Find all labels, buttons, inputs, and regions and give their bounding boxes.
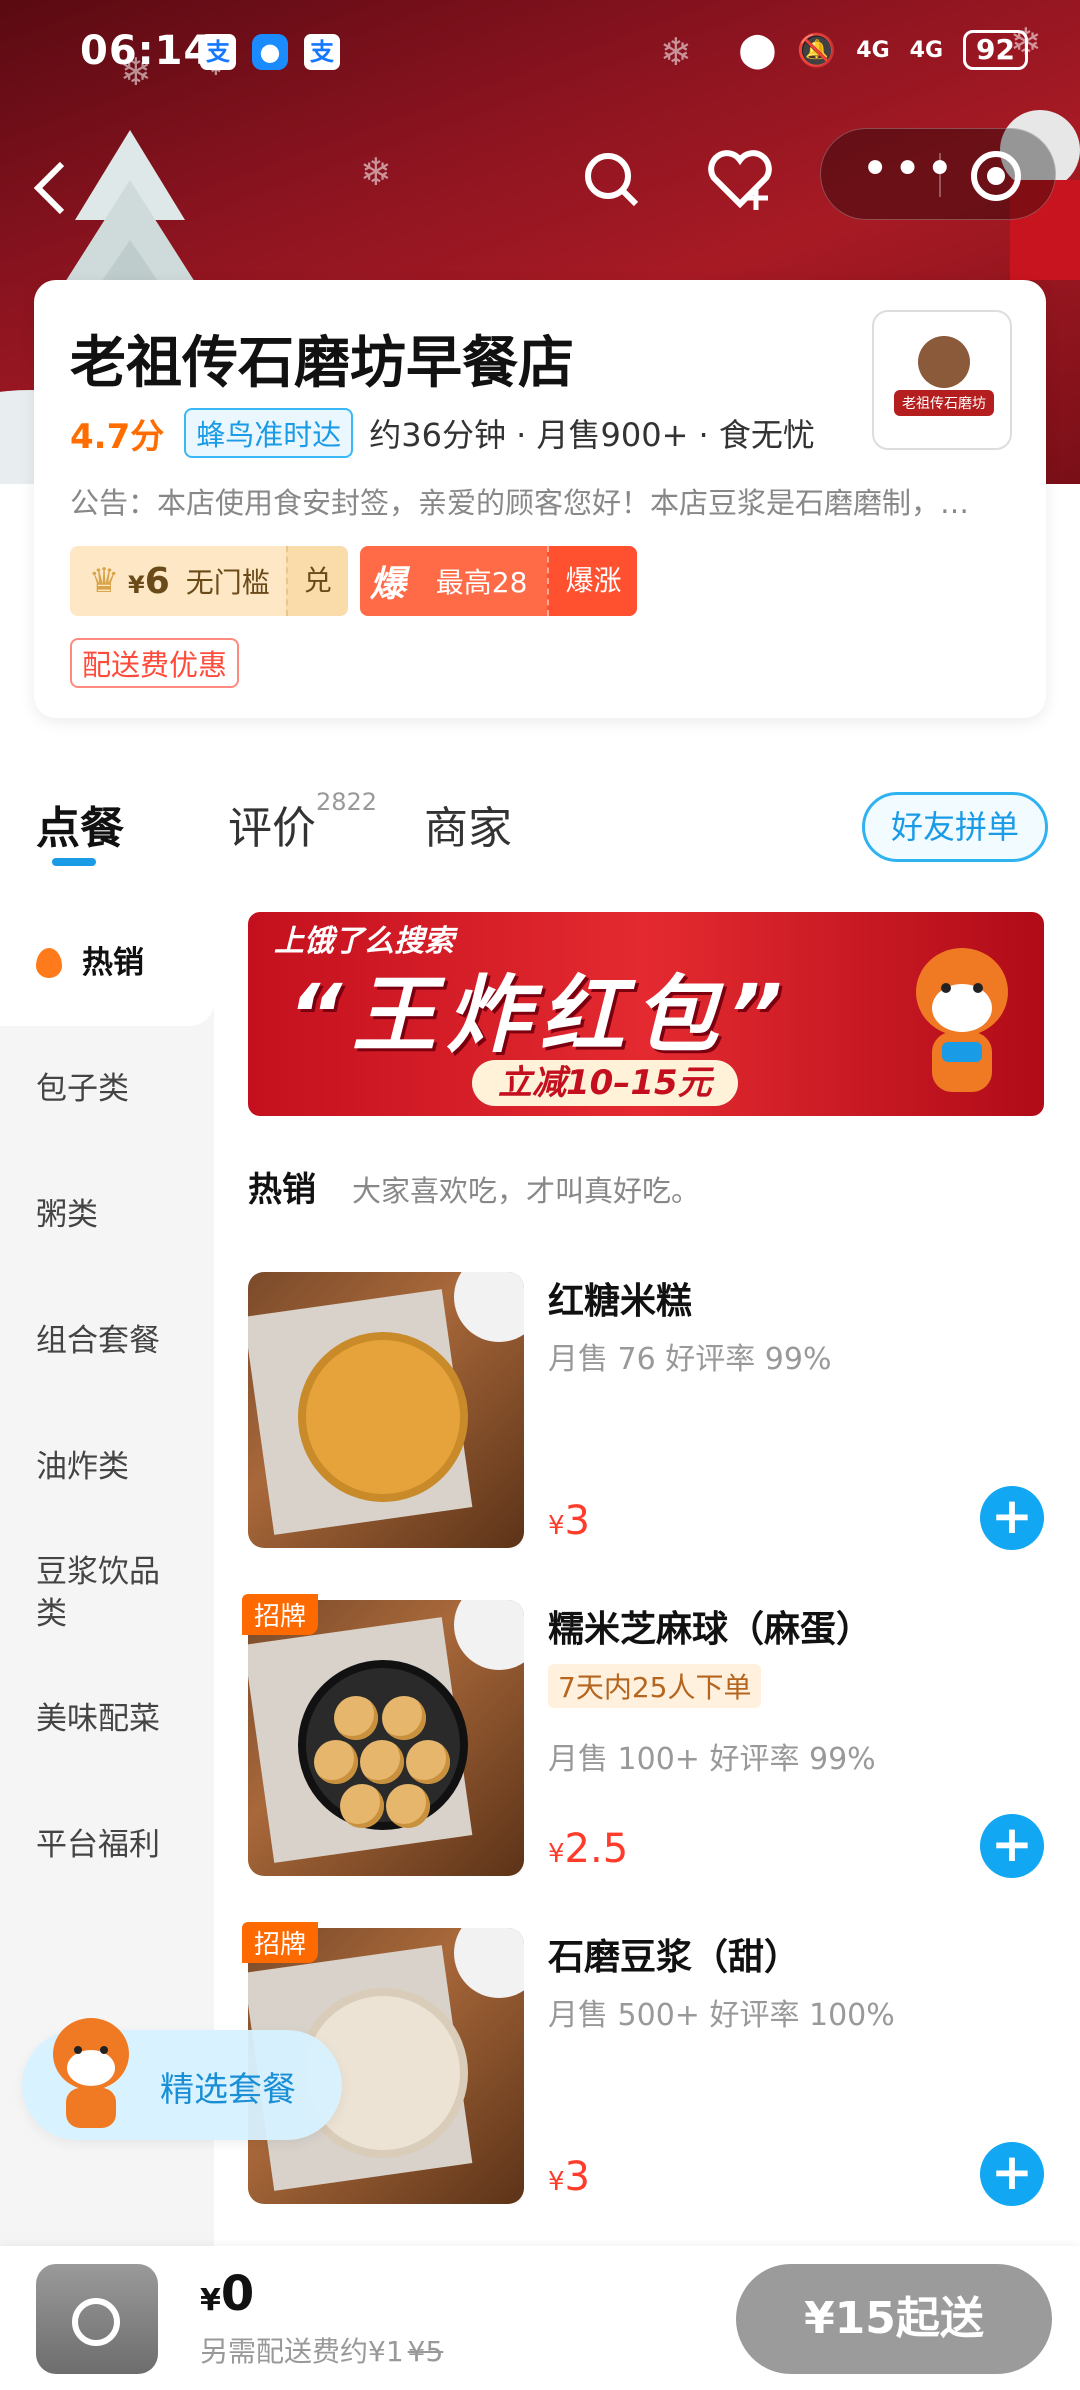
snowflake-icon: ❄ <box>360 150 392 194</box>
shop-info-card: 老祖传石磨坊早餐店 老祖传石磨坊 4.7分 蜂鸟准时达 约36分钟 · 月售90… <box>34 280 1046 718</box>
shop-logo-image: 老祖传石磨坊 <box>894 336 994 416</box>
tab-active-indicator <box>52 858 96 866</box>
status-bar: 06:14 支 ● 支 ⬤ 🔕 4G 4G 92 <box>0 0 1080 110</box>
product-order-tag: 7天内25人下单 <box>548 1664 762 1708</box>
cart-total: ¥0 <box>200 2266 255 2322</box>
alipay-notification-icon-2: 支 <box>304 34 340 70</box>
favorite-button[interactable] <box>700 140 780 220</box>
coupon-boom[interactable]: 爆 最高28 爆涨 <box>359 546 638 616</box>
coupon-amount: ¥6 <box>128 560 170 602</box>
signal-4g-icon-2: 4G <box>909 37 944 63</box>
mute-bell-icon: 🔕 <box>796 31 837 69</box>
back-button[interactable] <box>30 140 100 230</box>
sidebar-item-sides[interactable]: 美味配菜 <box>0 1656 214 1782</box>
shop-logo[interactable]: 老祖传石磨坊 <box>872 310 1012 450</box>
product-price: ¥3 <box>548 2154 590 2200</box>
sidebar-item-drinks[interactable]: 豆浆饮品类 <box>0 1530 214 1656</box>
signature-badge: 招牌 <box>242 1594 319 1635</box>
section-subtitle: 大家喜欢吃，才叫真好吃。 <box>352 1174 701 1208</box>
boom-icon: 爆 <box>369 564 406 605</box>
mascot-dog-icon <box>916 948 1008 1092</box>
location-icon: ⬤ <box>738 30 777 70</box>
fengniao-badge: 蜂鸟准时达 <box>184 408 354 458</box>
search-icon <box>585 153 639 207</box>
featured-combo-label: 精选套餐 <box>160 2070 296 2110</box>
signal-4g-icon: 4G <box>856 37 890 63</box>
group-order-button[interactable]: 好友拼单 <box>862 792 1048 862</box>
product-name: 石磨豆浆（甜） <box>548 1937 801 1978</box>
add-to-cart-button[interactable]: + <box>980 1486 1044 1550</box>
product-card[interactable]: 招牌 石磨豆浆（甜） 月售 500+ 好评率 100% ¥3 + <box>242 1922 1048 2218</box>
product-card[interactable]: 红糖米糕 月售 76 好评率 99% ¥3 + <box>248 1272 1048 1562</box>
min-order-button[interactable]: ¥15起送 <box>736 2264 1052 2374</box>
message-notification-icon: ● <box>252 34 288 70</box>
product-image <box>248 1600 524 1876</box>
flame-icon <box>36 948 62 978</box>
promo-banner[interactable]: 上饿了么搜索 “王炸红包” 立减10–15元 <box>248 912 1044 1116</box>
sidebar-item-combo[interactable]: 组合套餐 <box>0 1278 214 1404</box>
coupon-no-threshold[interactable]: ♛ ¥6 无门槛 兑 <box>70 546 348 616</box>
product-image <box>248 1272 524 1548</box>
shop-logo-text: 老祖传石磨坊 <box>902 396 986 412</box>
shop-meta-row: 4.7分 蜂鸟准时达 约36分钟 · 月售900+ · 食无忧 <box>70 408 815 458</box>
sidebar-item-porridge[interactable]: 粥类 <box>0 1152 214 1278</box>
capsule-divider <box>939 153 941 197</box>
search-button[interactable] <box>572 140 652 220</box>
more-button[interactable]: ••• <box>861 141 958 197</box>
tab-review[interactable]: 评价2822 <box>228 788 377 856</box>
add-to-cart-button[interactable]: + <box>980 1814 1044 1878</box>
coupon-exchange-button[interactable]: 兑 <box>285 546 348 616</box>
sidebar-item-fried[interactable]: 油炸类 <box>0 1404 214 1530</box>
coupon-boom-label: 最高28 <box>435 566 528 599</box>
mascot-dog-icon <box>53 2018 129 2128</box>
section-title: 热销 <box>248 1170 316 1210</box>
miniprogram-capsule: ••• <box>820 128 1056 220</box>
banner-line3: 立减10–15元 <box>472 1060 738 1106</box>
crown-icon: ♛ <box>88 561 120 601</box>
product-sales: 月售 500+ 好评率 100% <box>548 1998 895 2033</box>
alipay-notification-icon: 支 <box>200 34 236 70</box>
shop-meta-text: 约36分钟 · 月售900+ · 食无忧 <box>369 416 815 454</box>
cart-bar: ¥0 另需配送费约¥1 ¥5 ¥15起送 <box>0 2246 1080 2390</box>
coupon-row: ♛ ¥6 无门槛 兑 爆 最高28 爆涨 <box>70 546 638 616</box>
status-time: 06:14 <box>80 28 213 74</box>
product-name: 糯米芝麻球（麻蛋） <box>548 1609 873 1650</box>
sidebar-item-hot[interactable]: 热销 <box>0 900 214 1026</box>
product-sales: 月售 76 好评率 99% <box>548 1342 832 1377</box>
product-card[interactable]: 招牌 糯米芝麻球（麻蛋） 7天内25人下单 月售 100+ 好评率 99% ¥2… <box>242 1594 1048 1890</box>
coupon-boom-button[interactable]: 爆涨 <box>547 546 638 616</box>
add-to-cart-button[interactable]: + <box>980 2142 1044 2206</box>
cart-delivery-fee: 另需配送费约¥1 ¥5 <box>200 2335 444 2368</box>
sidebar-item-benefits[interactable]: 平台福利 <box>0 1782 214 1908</box>
sidebar-item-buns[interactable]: 包子类 <box>0 1026 214 1152</box>
review-count: 2822 <box>316 788 378 816</box>
close-miniprogram-button[interactable] <box>971 151 1021 201</box>
shop-rating: 4.7分 <box>70 416 165 457</box>
battery-icon: 92 <box>963 30 1028 70</box>
coupon-label: 无门槛 <box>185 566 270 599</box>
product-price: ¥3 <box>548 1498 590 1544</box>
tab-merchant[interactable]: 商家 <box>424 792 512 856</box>
cart-icon[interactable] <box>36 2264 158 2374</box>
featured-combo-button[interactable]: 精选套餐 <box>22 2018 342 2140</box>
shop-notice[interactable]: 公告：本店使用食安封签，亲爱的顾客您好！本店豆浆是石磨磨制，欢迎品尝 <box>70 480 990 522</box>
product-sales: 月售 100+ 好评率 99% <box>548 1742 876 1777</box>
product-price: ¥2.5 <box>548 1826 629 1872</box>
chevron-left-icon <box>33 161 65 215</box>
shop-name: 老祖传石磨坊早餐店 <box>70 331 574 396</box>
product-name: 红糖米糕 <box>548 1281 693 1322</box>
signature-badge: 招牌 <box>242 1922 319 1963</box>
banner-line2: “王炸红包” <box>288 966 793 1064</box>
status-icons: ⬤ 🔕 4G 4G 92 <box>738 30 1028 70</box>
tab-order[interactable]: 点餐 <box>36 792 124 856</box>
heart-plus-icon <box>708 150 772 210</box>
delivery-fee-tag: 配送费优惠 <box>70 638 240 688</box>
